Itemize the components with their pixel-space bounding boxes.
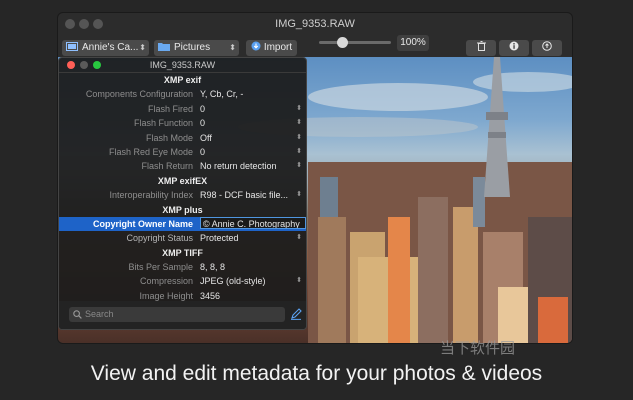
search-input[interactable]: Search bbox=[69, 307, 285, 322]
metadata-value[interactable]: © Annie C. Photography bbox=[200, 216, 306, 229]
metadata-label: Bits Per Sample bbox=[128, 262, 193, 273]
zoom-slider-knob[interactable] bbox=[337, 37, 349, 48]
metadata-value[interactable]: JPEG (old-style) bbox=[200, 274, 292, 288]
window-titlebar: IMG_9353.RAW bbox=[58, 13, 572, 35]
metadata-value[interactable]: Protected bbox=[200, 231, 292, 245]
metadata-panel: IMG_9353.RAW XMP exif Components Configur… bbox=[58, 57, 307, 330]
stepper-icon[interactable]: ⬍ bbox=[296, 145, 302, 159]
panel-title: IMG_9353.RAW bbox=[149, 60, 216, 70]
panel-zoom-button[interactable] bbox=[93, 61, 101, 69]
metadata-value[interactable]: Off bbox=[200, 131, 292, 145]
import-button[interactable]: Import bbox=[246, 40, 297, 56]
trash-button[interactable] bbox=[466, 40, 496, 56]
metadata-label: Flash Fired bbox=[147, 103, 193, 114]
metadata-label: Flash Red Eye Mode bbox=[108, 146, 193, 157]
section-header: XMP exifEX bbox=[157, 175, 208, 186]
library-label: Annie's Ca... bbox=[82, 42, 139, 53]
metadata-value[interactable]: Y, Cb, Cr, - bbox=[200, 87, 292, 101]
library-icon bbox=[66, 42, 78, 51]
stepper-icon[interactable]: ⬍ bbox=[296, 188, 302, 202]
metadata-label: Flash Mode bbox=[145, 132, 193, 143]
panel-search-bar: Search bbox=[59, 301, 306, 329]
metadata-label: Compression bbox=[139, 276, 193, 287]
share-icon bbox=[542, 41, 552, 51]
zoom-window-button[interactable] bbox=[93, 19, 103, 29]
info-icon bbox=[509, 41, 519, 51]
info-button[interactable] bbox=[499, 40, 529, 56]
metadata-row[interactable]: Compression JPEG (old-style) ⬍ bbox=[59, 274, 306, 288]
metadata-label: Interoperability Index bbox=[109, 190, 193, 201]
metadata-value[interactable]: 0 bbox=[200, 145, 292, 159]
folder-icon bbox=[158, 43, 170, 51]
metadata-row[interactable]: Flash Red Eye Mode 0 ⬍ bbox=[59, 145, 306, 159]
panel-minimize-button[interactable] bbox=[80, 61, 88, 69]
metadata-value[interactable]: No return detection bbox=[200, 159, 292, 173]
metadata-row[interactable]: Components Configuration Y, Cb, Cr, - bbox=[59, 87, 306, 101]
chevron-updown-icon: ⬍ bbox=[229, 43, 236, 52]
folder-label: Pictures bbox=[174, 42, 211, 53]
metadata-row[interactable]: Flash Mode Off ⬍ bbox=[59, 131, 306, 145]
section-header: XMP TIFF bbox=[162, 247, 203, 258]
zoom-slider[interactable] bbox=[319, 37, 391, 48]
metadata-value[interactable]: 0 bbox=[200, 116, 292, 130]
promo-caption: View and edit metadata for your photos &… bbox=[90, 362, 543, 385]
photo-preview: IMG_9353.RAW XMP exif Components Configur… bbox=[58, 57, 572, 343]
window-title: IMG_9353.RAW bbox=[275, 18, 355, 30]
stepper-icon[interactable]: ⬍ bbox=[296, 159, 302, 173]
metadata-row[interactable]: Flash Return No return detection ⬍ bbox=[59, 159, 306, 173]
share-button[interactable] bbox=[532, 40, 562, 56]
stepper-icon[interactable]: ⬍ bbox=[296, 231, 302, 245]
import-label: Import bbox=[263, 42, 293, 53]
metadata-label: Copyright Status bbox=[126, 233, 193, 244]
metadata-label: Copyright Owner Name bbox=[92, 218, 193, 229]
metadata-row[interactable]: Flash Fired 0 ⬍ bbox=[59, 102, 306, 116]
stepper-icon[interactable]: ⬍ bbox=[296, 274, 302, 288]
metadata-list: XMP exif Components Configuration Y, Cb, C… bbox=[59, 73, 306, 303]
metadata-row[interactable]: Bits Per Sample 8, 8, 8 bbox=[59, 260, 306, 274]
metadata-label: Flash Function bbox=[133, 118, 193, 129]
search-placeholder: Search bbox=[85, 309, 114, 319]
metadata-label: Components Configuration bbox=[85, 89, 193, 100]
panel-close-button[interactable] bbox=[67, 61, 75, 69]
edit-icon[interactable] bbox=[290, 307, 302, 325]
import-icon bbox=[251, 41, 261, 51]
section-header: XMP plus bbox=[162, 204, 203, 215]
library-popup[interactable]: Annie's Ca... ⬍ bbox=[62, 40, 149, 56]
chevron-updown-icon: ⬍ bbox=[139, 43, 146, 52]
metadata-row[interactable]: Copyright Status Protected ⬍ bbox=[59, 231, 306, 245]
metadata-row[interactable]: Copyright Owner Name © Annie C. Photograp… bbox=[59, 216, 306, 232]
search-icon bbox=[73, 309, 82, 324]
panel-titlebar: IMG_9353.RAW bbox=[59, 58, 306, 73]
stepper-icon[interactable]: ⬍ bbox=[296, 116, 302, 130]
site-watermark: 当下软件园 bbox=[440, 340, 516, 357]
metadata-label: Flash Return bbox=[141, 161, 193, 172]
section-header: XMP exif bbox=[163, 75, 202, 85]
app-window: IMG_9353.RAW Annie's Ca... ⬍ Pictures ⬍ … bbox=[58, 13, 572, 343]
metadata-row[interactable]: Interoperability Index R98 - DCF basic fi… bbox=[59, 188, 306, 202]
zoom-value: 100% bbox=[397, 35, 429, 51]
metadata-value[interactable]: 8, 8, 8 bbox=[200, 260, 292, 274]
folder-popup[interactable]: Pictures ⬍ bbox=[154, 40, 239, 56]
minimize-window-button[interactable] bbox=[79, 19, 89, 29]
metadata-value[interactable]: R98 - DCF basic file... bbox=[200, 188, 292, 202]
metadata-value[interactable]: 0 bbox=[200, 102, 292, 116]
metadata-row[interactable]: Flash Function 0 ⬍ bbox=[59, 116, 306, 130]
stepper-icon[interactable]: ⬍ bbox=[296, 102, 302, 116]
close-window-button[interactable] bbox=[65, 19, 75, 29]
stepper-icon[interactable]: ⬍ bbox=[296, 131, 302, 145]
trash-icon bbox=[476, 41, 486, 51]
